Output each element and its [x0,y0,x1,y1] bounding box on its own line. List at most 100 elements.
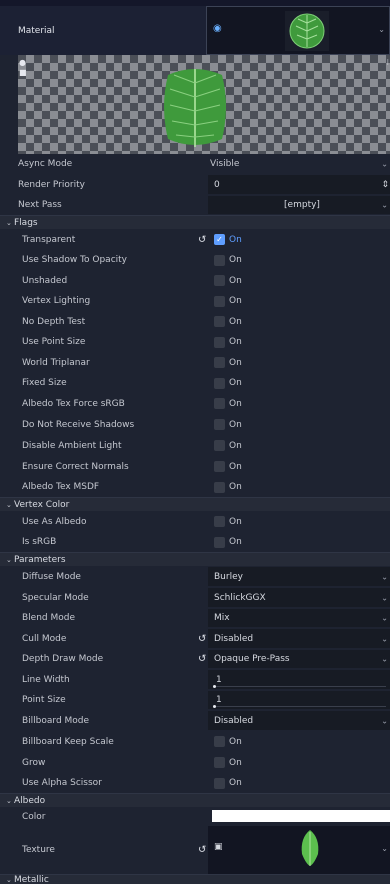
transparent-checkbox[interactable]: ✓ On [208,230,390,249]
unshaded-label: Unshaded [22,275,68,286]
use-as-albedo-row: Use As Albedo On [0,511,390,532]
chevron-down-icon[interactable]: ⌄ [378,25,385,34]
albedo-tex-msdf-checkbox[interactable]: On [208,478,390,496]
grow-row: Grow On [0,752,390,773]
checkbox-icon [214,254,225,266]
chevron-down-icon: ⌄ [381,200,388,210]
is-srgb-row: Is sRGB On [0,532,390,552]
billboard-mode-row: Billboard Mode Disabled ⌄ [0,710,390,731]
checkbox-checked-icon: ✓ [214,234,225,245]
unshaded-checkbox[interactable]: On [208,271,390,290]
no-depth-test-checkbox[interactable]: On [208,312,390,331]
chevron-down-icon[interactable]: ⌄ [381,844,388,853]
preview-menu-icon[interactable]: ⁝ [386,58,389,67]
albedo-tex-force-srgb-checkbox[interactable]: On [208,394,390,413]
checkbox-icon [214,316,225,327]
flag-row-world-triplanar: World Triplanar On [0,352,390,373]
line-width-row: Line Width 1 [0,669,390,690]
albedo-color-swatch[interactable] [212,810,390,822]
flag-row-fixed-size: Fixed Size On [0,373,390,393]
world-triplanar-checkbox[interactable]: On [208,353,390,372]
checkbox-icon [214,736,225,747]
fixed-size-checkbox[interactable]: On [208,374,390,392]
specular-mode-row: Specular Mode SchlickGGX ⌄ [0,587,390,608]
flag-row-use-shadow-to-opacity: Use Shadow To Opacity On [0,250,390,270]
flag-row-vertex-lighting: Vertex Lighting On [0,291,390,311]
use-point-size-label: Use Point Size [22,337,86,347]
slider-track [214,706,386,707]
billboard-mode-dropdown[interactable]: Disabled ⌄ [208,711,390,730]
billboard-keep-scale-label: Billboard Keep Scale [22,736,114,747]
flags-section-header[interactable]: ⌄ Flags [0,215,390,229]
grow-checkbox[interactable]: On [208,753,390,772]
parameters-section-header[interactable]: ⌄ Parameters [0,552,390,566]
sphere-toggle-icon[interactable]: ■ [19,68,27,78]
checkbox-icon [214,377,225,389]
material-label: Material [18,25,55,36]
checkbox-icon [214,516,225,527]
checkbox-icon [214,461,225,472]
leaf-preview-image [164,69,226,147]
metallic-section-header[interactable]: ⌄ Metallic [0,874,390,884]
albedo-texture-label: Texture [22,845,55,855]
checkbox-icon [214,398,225,409]
albedo-section-title: Albedo [14,795,46,806]
collapse-arrow-icon: ⌄ [6,218,12,227]
revert-icon[interactable]: ↺ [198,234,206,245]
render-priority-row: Render Priority 0 ⇕ [0,174,390,195]
slider-grabber[interactable] [213,705,216,708]
revert-icon[interactable]: ↺ [198,845,206,856]
use-as-albedo-checkbox[interactable]: On [208,512,390,531]
albedo-section-header[interactable]: ⌄ Albedo [0,793,390,807]
vertex-lighting-checkbox[interactable]: On [208,292,390,310]
vertex-color-section-header[interactable]: ⌄ Vertex Color [0,497,390,511]
billboard-keep-scale-checkbox[interactable]: On [208,732,390,751]
next-pass-slot[interactable]: [empty] ⌄ [208,196,390,214]
material-resource-slot[interactable]: ◉ ⌄ [206,6,390,55]
point-size-label: Point Size [22,695,66,705]
revert-icon[interactable]: ↺ [198,633,206,644]
async-mode-row: Async Mode Visible ⌄ [0,154,390,174]
do-not-receive-shadows-checkbox[interactable]: On [208,415,390,434]
spinner-icon[interactable]: ⇕ [381,180,389,190]
albedo-tex-force-srgb-label: Albedo Tex Force sRGB [22,398,125,409]
line-width-slider[interactable]: 1 [208,670,390,689]
next-pass-label: Next Pass [18,200,62,210]
albedo-tex-msdf-label: Albedo Tex MSDF [22,482,100,492]
light-icon[interactable]: ● [19,58,27,68]
cull-mode-row: Cull Mode ↺ Disabled ⌄ [0,628,390,649]
revert-icon[interactable]: ↺ [198,654,206,665]
render-priority-spinbox[interactable]: 0 ⇕ [208,175,390,194]
point-size-row: Point Size 1 [0,690,390,710]
disable-ambient-light-checkbox[interactable]: On [208,436,390,455]
billboard-mode-label: Billboard Mode [22,715,90,726]
parameters-section-title: Parameters [14,554,66,565]
depth-draw-mode-dropdown[interactable]: Opaque Pre-Pass ⌄ [208,650,390,668]
collapse-arrow-icon: ⌄ [6,500,12,509]
checkbox-icon [214,419,225,430]
chevron-down-icon: ⌄ [381,634,388,643]
diffuse-mode-dropdown[interactable]: Burley ⌄ [208,567,390,586]
specular-mode-label: Specular Mode [22,592,89,603]
specular-mode-dropdown[interactable]: SchlickGGX ⌄ [208,588,390,607]
albedo-texture-slot[interactable]: ▣ ⌄ [208,826,390,874]
diffuse-mode-label: Diffuse Mode [22,571,81,582]
cull-mode-dropdown[interactable]: Disabled ⌄ [208,629,390,648]
checkbox-icon [214,757,225,768]
blend-mode-dropdown[interactable]: Mix ⌄ [208,609,390,627]
point-size-slider[interactable]: 1 [208,691,390,709]
material-header: Material ◉ ⌄ [0,0,390,55]
async-mode-label: Async Mode [18,159,73,169]
use-shadow-to-opacity-checkbox[interactable]: On [208,251,390,269]
async-mode-dropdown[interactable]: Visible ⌄ [208,155,390,173]
is-srgb-checkbox[interactable]: On [208,533,390,551]
checkbox-icon [214,357,225,368]
use-alpha-scissor-checkbox[interactable]: On [208,774,390,792]
billboard-keep-scale-row: Billboard Keep Scale On [0,731,390,752]
slider-grabber[interactable] [213,685,216,688]
use-point-size-checkbox[interactable]: On [208,333,390,351]
ensure-correct-normals-checkbox[interactable]: On [208,457,390,476]
flag-row-unshaded: Unshaded On [0,270,390,291]
flags-section-title: Flags [14,217,38,228]
collapse-arrow-icon: ⌄ [6,796,12,805]
